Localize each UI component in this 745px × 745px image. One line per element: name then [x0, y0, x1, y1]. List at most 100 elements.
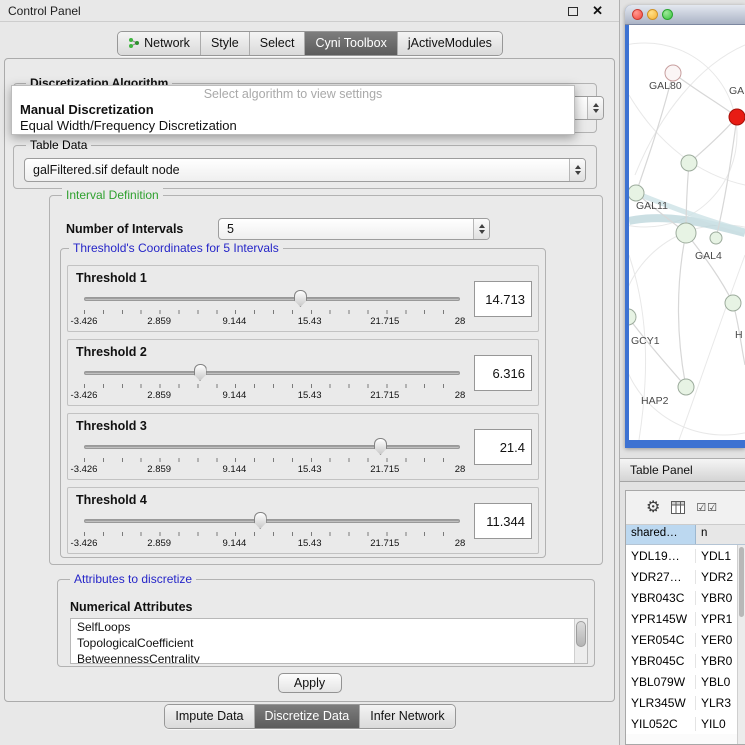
table-header-row: shared… n	[626, 525, 745, 545]
slider-track[interactable]	[84, 519, 460, 523]
threshold-3-label: Threshold 3	[76, 419, 147, 433]
node-label-gcy1: GCY1	[631, 335, 660, 347]
threshold-1-value-field[interactable]: 14.713	[474, 281, 532, 317]
tab-jactivemodules[interactable]: jActiveModules	[398, 32, 502, 55]
columns-icon[interactable]	[671, 501, 685, 514]
gear-icon[interactable]: ⚙	[646, 500, 660, 516]
apply-button[interactable]: Apply	[278, 673, 342, 693]
slider-scale: -3.426 2.859 9.144 15.43 21.715 28	[84, 390, 460, 401]
network-node-selected[interactable]	[729, 109, 745, 125]
attributes-list: SelfLoops TopologicalCoefficient Between…	[70, 618, 588, 664]
table-row[interactable]: YDR27…YDR2	[626, 566, 745, 587]
cell[interactable]: YDL19…	[626, 549, 696, 563]
slider-scale: -3.426 2.859 9.144 15.43 21.715 28	[84, 538, 460, 549]
slider-track[interactable]	[84, 371, 460, 375]
network-node[interactable]	[681, 155, 697, 171]
network-node[interactable]	[629, 185, 644, 201]
zoom-traffic-light-icon[interactable]	[662, 9, 673, 20]
column-header-name[interactable]: n	[696, 525, 745, 544]
threshold-2-value-field[interactable]: 6.316	[474, 355, 532, 391]
network-node[interactable]	[678, 379, 694, 395]
table-row[interactable]: YBR043CYBR0	[626, 587, 745, 608]
table-row[interactable]: YPR145WYPR1	[626, 608, 745, 629]
slider-thumb[interactable]	[294, 290, 307, 307]
tab-discretize-data[interactable]: Discretize Data	[255, 705, 361, 728]
node-label-gal80: GAL80	[649, 80, 682, 92]
number-of-intervals-combobox[interactable]: 5	[218, 218, 490, 240]
combo-stepper-icon[interactable]	[569, 159, 585, 181]
table-row[interactable]: YLR345WYLR3	[626, 692, 745, 713]
table-row[interactable]: YDL19…YDL1	[626, 545, 745, 566]
threshold-4-slider[interactable]	[84, 512, 460, 530]
list-item[interactable]: BetweennessCentrality	[71, 651, 587, 664]
tab-cyni-toolbox[interactable]: Cyni Toolbox	[305, 32, 397, 55]
scrollbar-thumb[interactable]	[739, 547, 744, 617]
combo-stepper-icon[interactable]	[587, 97, 603, 119]
table-row[interactable]: YER054CYER0	[626, 629, 745, 650]
cell[interactable]: YLR345W	[626, 696, 696, 710]
network-canvas[interactable]: GAL80 GA GAL11 GAL4 GCY1 H HAP2	[629, 25, 745, 440]
checkbox-checked-icon[interactable]: ☑	[696, 502, 707, 514]
top-tabbar: Network Style Select Cyni Toolbox jActiv…	[0, 31, 620, 56]
network-node[interactable]	[710, 232, 722, 244]
list-item[interactable]: SelfLoops	[71, 619, 587, 635]
tab-style[interactable]: Style	[201, 32, 250, 55]
interval-definition-title: Interval Definition	[62, 188, 163, 202]
slider-ticks	[84, 458, 460, 462]
minimize-traffic-light-icon[interactable]	[647, 9, 658, 20]
cell[interactable]: YER054C	[626, 633, 696, 647]
network-node[interactable]	[676, 223, 696, 243]
slider-thumb[interactable]	[194, 364, 207, 381]
table-panel-titlebar: Table Panel	[620, 458, 745, 482]
scale-label: 15.43	[298, 464, 322, 475]
table-row[interactable]: YBR045CYBR0	[626, 650, 745, 671]
slider-ticks	[84, 310, 460, 314]
network-window-titlebar	[625, 5, 745, 25]
column-header-shared-name[interactable]: shared…	[626, 525, 696, 544]
close-traffic-light-icon[interactable]	[632, 9, 643, 20]
network-node[interactable]	[725, 295, 741, 311]
threshold-3-value-field[interactable]: 21.4	[474, 429, 532, 465]
table-row[interactable]: YIL052CYIL0	[626, 713, 745, 734]
tab-network[interactable]: Network	[118, 32, 201, 55]
scrollbar-thumb[interactable]	[576, 621, 586, 647]
slider-thumb[interactable]	[254, 512, 267, 529]
threshold-2-slider[interactable]	[84, 364, 460, 382]
select-columns-icons[interactable]: ☑☑	[696, 501, 718, 514]
combo-stepper-icon[interactable]	[473, 219, 489, 239]
threshold-3-slider[interactable]	[84, 438, 460, 456]
cell[interactable]: YPR145W	[626, 612, 696, 626]
tab-infer-network[interactable]: Infer Network	[360, 705, 454, 728]
attributes-list-scrollbar[interactable]	[574, 619, 587, 663]
network-node[interactable]	[629, 309, 636, 325]
checkbox-checked-icon[interactable]: ☑	[707, 502, 718, 514]
slider-ticks	[84, 532, 460, 536]
slider-track[interactable]	[84, 297, 460, 301]
dropdown-item-equal-width[interactable]: Equal Width/Frequency Discretization	[12, 118, 574, 134]
cell[interactable]: YIL052C	[626, 717, 696, 731]
threshold-panel-4: Threshold 4 -3.426 2.859 9.144 15.43 21.…	[67, 487, 539, 554]
table-row[interactable]: YBL079WYBL0	[626, 671, 745, 692]
slider-thumb[interactable]	[374, 438, 387, 455]
list-item[interactable]: TopologicalCoefficient	[71, 635, 587, 651]
float-window-icon[interactable]	[568, 7, 578, 16]
dropdown-item-manual-discretization[interactable]: Manual Discretization	[12, 102, 574, 118]
cell[interactable]: YBR043C	[626, 591, 696, 605]
slider-track[interactable]	[84, 445, 460, 449]
table-scrollbar[interactable]	[737, 545, 745, 744]
scale-label: 21.715	[370, 464, 399, 475]
cell[interactable]: YDR27…	[626, 570, 696, 584]
tab-impute-data[interactable]: Impute Data	[165, 705, 254, 728]
table-data-combobox[interactable]: galFiltered.sif default node	[24, 158, 586, 182]
close-icon[interactable]: ✕	[592, 3, 603, 19]
tab-select[interactable]: Select	[250, 32, 306, 55]
tab-network-label: Network	[144, 36, 190, 50]
threshold-1-slider[interactable]	[84, 290, 460, 308]
scale-label: -3.426	[71, 316, 98, 327]
network-node[interactable]	[665, 65, 681, 81]
scale-label: 9.144	[223, 390, 247, 401]
threshold-4-value-field[interactable]: 11.344	[474, 503, 532, 539]
tab-jactivemodules-label: jActiveModules	[408, 36, 492, 50]
cell[interactable]: YBL079W	[626, 675, 696, 689]
cell[interactable]: YBR045C	[626, 654, 696, 668]
